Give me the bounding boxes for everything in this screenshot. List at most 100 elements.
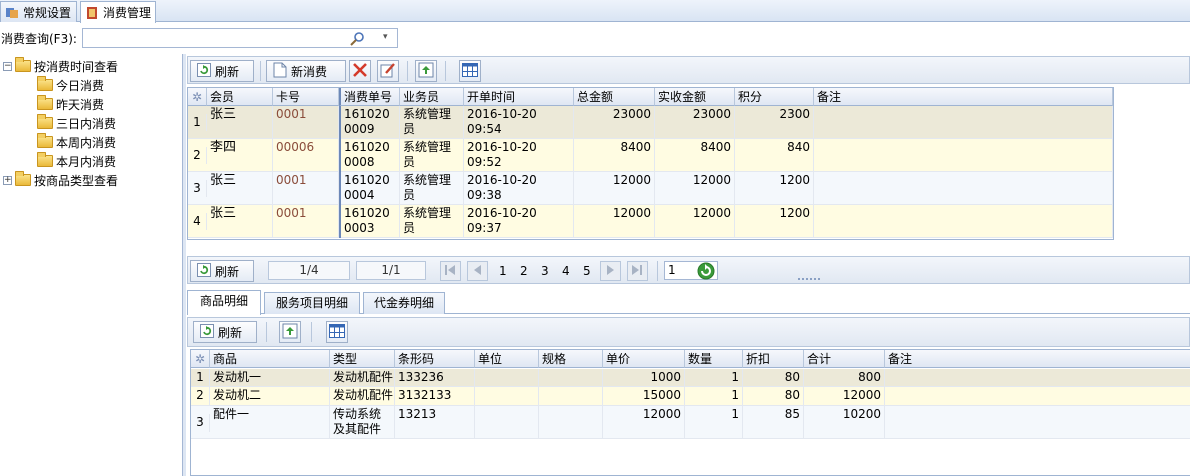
refresh-button[interactable]: 刷新 [190, 60, 254, 82]
separator [266, 322, 267, 342]
tree-node-by-time[interactable]: − 按消费时间查看 [3, 57, 118, 75]
spec-cell [539, 369, 603, 387]
column-header[interactable]: 合计 [804, 350, 885, 368]
tab-product-details[interactable]: 商品明细 [187, 290, 261, 315]
go-icon[interactable] [697, 262, 715, 283]
splitter[interactable] [183, 54, 186, 476]
tree-node-this-week[interactable]: 本周内消费 [37, 133, 116, 151]
table-row[interactable]: 3 张三 0001 1610200004 系统管理员 2016-10-20 09… [188, 172, 1113, 205]
refresh-icon [197, 62, 211, 80]
column-header[interactable]: 消费单号 [339, 88, 400, 106]
record-indicator: 1/4 [268, 261, 350, 280]
row-header-corner: ✲ [188, 88, 207, 106]
time-cell: 2016-10-20 09:38 [464, 172, 574, 205]
tree-node-label: 三日内消费 [56, 116, 117, 131]
page-indicator: 1/1 [356, 261, 426, 280]
tree-node-by-category[interactable]: + 按商品类型查看 [3, 171, 118, 189]
total-cell: 23000 [574, 106, 655, 139]
tree-node-yesterday[interactable]: 昨天消费 [37, 95, 104, 113]
column-header[interactable]: 商品 [210, 350, 330, 368]
card-cell: 0001 [273, 172, 339, 205]
paid-cell: 12000 [655, 205, 735, 238]
column-header[interactable]: 开单时间 [464, 88, 574, 106]
tab-voucher-details[interactable]: 代金券明细 [363, 292, 445, 314]
tab-general-settings[interactable]: 常规设置 [0, 1, 77, 22]
column-header[interactable]: 备注 [814, 88, 1113, 106]
page-link[interactable]: 2 [520, 264, 528, 278]
column-header[interactable]: 备注 [885, 350, 1190, 368]
last-page-button[interactable] [627, 261, 648, 281]
folder-icon [37, 114, 53, 129]
tree-node-three-days[interactable]: 三日内消费 [37, 114, 116, 132]
tab-service-details[interactable]: 服务项目明细 [264, 292, 360, 314]
collapse-icon[interactable]: − [3, 61, 12, 71]
column-header[interactable]: 单位 [475, 350, 539, 368]
search-icon[interactable] [349, 31, 365, 50]
page-link[interactable]: 4 [562, 264, 570, 278]
page-link[interactable]: 1 [499, 264, 507, 278]
column-header[interactable]: 会员 [207, 88, 273, 106]
page-link[interactable]: 3 [541, 264, 549, 278]
expand-icon[interactable]: + [3, 175, 12, 185]
pager-refresh-button[interactable]: 刷新 [190, 260, 254, 282]
detail-export-button[interactable] [279, 321, 301, 343]
row-number: 1 [191, 369, 210, 387]
card-cell: 0001 [273, 205, 339, 238]
row-number: 3 [188, 180, 207, 197]
column-header[interactable]: 类型 [330, 350, 395, 368]
tab-label: 常规设置 [23, 5, 72, 20]
next-page-button[interactable] [600, 261, 621, 281]
export-button[interactable] [415, 60, 437, 82]
table-row[interactable]: 2 发动机二 发动机配件 3132133 15000 1 80 12000 [191, 387, 1190, 406]
table-row[interactable]: 1 发动机一 发动机配件 133236 1000 1 80 800 [191, 369, 1190, 387]
table-row[interactable]: 2 李四 00006 1610200008 系统管理员 2016-10-20 0… [188, 139, 1113, 172]
first-page-button[interactable] [440, 261, 461, 281]
column-header[interactable]: 实收金额 [655, 88, 735, 106]
dropdown-arrow-icon[interactable]: ▾ [383, 32, 388, 42]
barcode-cell: 3132133 [395, 387, 475, 406]
sum-cell: 12000 [804, 387, 885, 406]
column-header[interactable]: 单价 [603, 350, 685, 368]
next-page-icon [606, 264, 615, 278]
edit-button[interactable] [377, 60, 399, 82]
table-row[interactable]: 3 配件一 传动系统及其配件 13213 12000 1 85 10200 [191, 406, 1190, 439]
table-row[interactable]: 4 张三 0001 1610200003 系统管理员 2016-10-20 09… [188, 205, 1113, 238]
export-icon [418, 62, 434, 81]
column-settings-button[interactable] [459, 60, 481, 82]
discount-cell: 80 [743, 369, 804, 387]
detail-refresh-button[interactable]: 刷新 [193, 321, 257, 343]
column-header[interactable]: 条形码 [395, 350, 475, 368]
splitter-grip[interactable] [798, 278, 820, 282]
table-row[interactable]: 1 张三 0001 1610200009 系统管理员 2016-10-20 09… [188, 106, 1113, 139]
column-header[interactable]: 积分 [735, 88, 814, 106]
separator [445, 61, 446, 81]
prev-page-button[interactable] [467, 261, 488, 281]
orders-grid: ✲ 会员 卡号 消费单号 业务员 开单时间 总金额 实收金额 积分 备注 1 张… [187, 87, 1114, 240]
tree-node-today[interactable]: 今日消费 [37, 76, 104, 94]
search-input[interactable] [85, 30, 345, 46]
last-page-icon [632, 264, 643, 278]
column-header[interactable]: 业务员 [400, 88, 464, 106]
tree-node-this-month[interactable]: 本月内消费 [37, 152, 116, 170]
column-header[interactable]: 卡号 [273, 88, 339, 106]
column-header[interactable]: 总金额 [574, 88, 655, 106]
barcode-cell: 13213 [395, 406, 475, 439]
clerk-cell: 系统管理员 [400, 106, 464, 139]
row-number: 1 [188, 114, 207, 131]
note-cell [885, 369, 1190, 387]
edit-icon [380, 62, 396, 81]
row-header-corner: ✲ [191, 350, 210, 368]
detail-column-settings-button[interactable] [326, 321, 348, 343]
price-cell: 1000 [603, 369, 685, 387]
column-header[interactable]: 规格 [539, 350, 603, 368]
delete-button[interactable] [349, 60, 371, 82]
column-header[interactable]: 数量 [685, 350, 743, 368]
tab-consumption-management[interactable]: 消费管理 [80, 1, 156, 23]
page-link[interactable]: 5 [583, 264, 591, 278]
note-cell [885, 387, 1190, 406]
new-order-button[interactable]: 新消费 [266, 60, 346, 82]
search-box[interactable]: ▾ [82, 28, 398, 48]
column-header[interactable]: 折扣 [743, 350, 804, 368]
tree-node-label: 本周内消费 [56, 135, 117, 150]
note-cell [885, 406, 1190, 439]
